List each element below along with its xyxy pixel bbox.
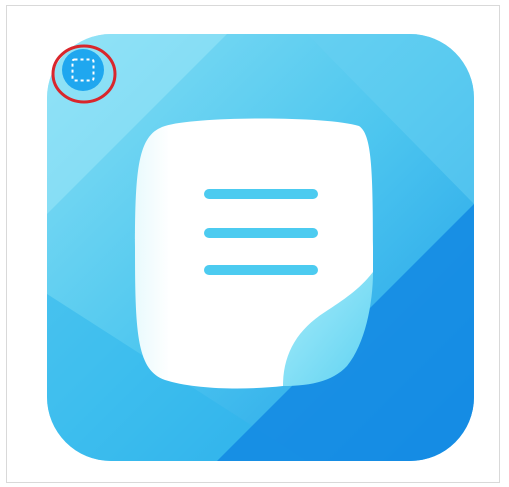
select-region-button[interactable] — [51, 44, 117, 104]
select-region-icon — [51, 44, 117, 104]
